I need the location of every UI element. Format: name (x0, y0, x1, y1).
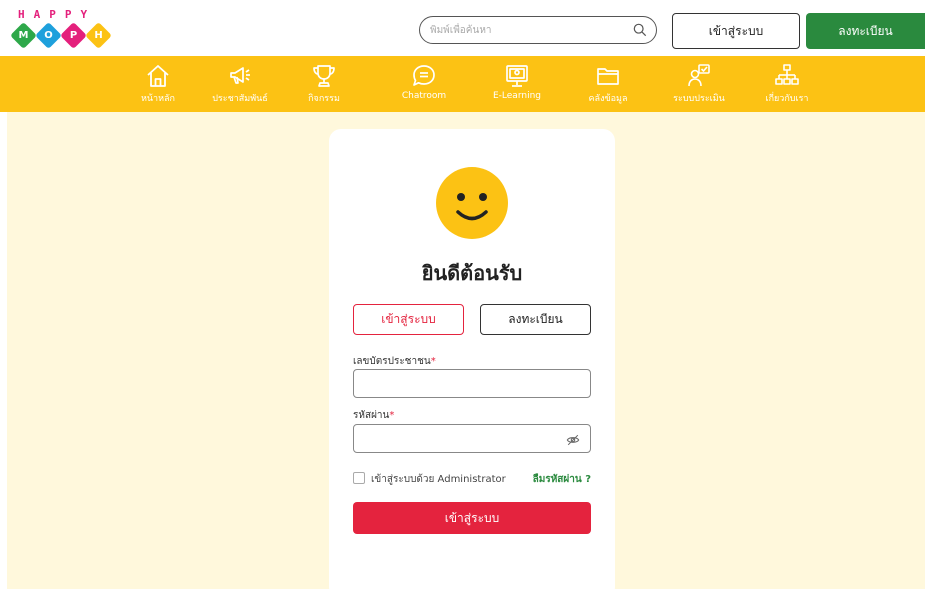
nav-item-chatroom[interactable]: Chatroom (396, 56, 452, 112)
header-register-button[interactable]: ลงทะเบียน (806, 13, 925, 49)
logo-diamond-m: M (10, 22, 37, 49)
required-mark: * (430, 356, 436, 367)
search-icon[interactable] (633, 23, 647, 37)
admin-login-row: เข้าสู่ระบบด้วย Administrator ลืมรหัสผ่า… (353, 471, 591, 487)
id-number-field[interactable] (353, 369, 591, 398)
trophy-icon (313, 65, 335, 87)
password-input[interactable] (362, 430, 562, 448)
main-nav: หน้าหลัก ประชาสัมพันธ์ กิจกรรม Chatroom … (0, 56, 925, 112)
nav-item-activities[interactable]: กิจกรรม (300, 56, 348, 112)
logo-diamonds: M O P H (10, 22, 116, 50)
search-input[interactable] (430, 21, 630, 39)
tab-register[interactable]: ลงทะเบียน (480, 304, 591, 335)
id-number-input[interactable] (362, 375, 562, 393)
nav-item-home[interactable]: หน้าหลัก (136, 56, 180, 112)
login-card: ยินดีต้อนรับ เข้าสู่ระบบ ลงทะเบียน เลขบั… (329, 129, 615, 589)
forgot-password-link[interactable]: ลืมรหัสผ่าน ? (533, 472, 591, 487)
folder-icon (597, 68, 619, 85)
nav-item-evaluation[interactable]: ระบบประเมิน (666, 56, 732, 112)
logo-diamond-o: O (35, 22, 62, 49)
logo-letters: HAPPY (18, 8, 97, 21)
logo-diamond-p: P (60, 22, 87, 49)
password-field[interactable] (353, 424, 591, 453)
home-icon (147, 65, 169, 87)
id-number-label: เลขบัตรประชาชน* (353, 356, 436, 367)
header-login-button[interactable]: เข้าสู่ระบบ (672, 13, 800, 49)
org-chart-icon (775, 64, 799, 85)
top-header: HAPPY M O P H เข้าสู่ระบบ ลงทะเบียน (0, 0, 925, 56)
search-box[interactable] (419, 16, 657, 44)
required-mark: * (389, 410, 395, 421)
smiley-icon (436, 167, 508, 239)
password-label: รหัสผ่าน* (353, 410, 395, 421)
welcome-title: ยินดีต้อนรับ (421, 261, 523, 285)
nav-item-announcements[interactable]: ประชาสัมพันธ์ (200, 56, 280, 112)
evaluation-icon (688, 64, 710, 87)
admin-checkbox-label[interactable]: เข้าสู่ระบบด้วย Administrator (371, 472, 506, 487)
happy-moph-logo[interactable]: HAPPY M O P H (10, 8, 116, 50)
nav-item-elearning[interactable]: E-Learning (484, 56, 550, 112)
megaphone-icon (230, 67, 250, 84)
login-submit-button[interactable]: เข้าสู่ระบบ (353, 502, 591, 534)
eye-slash-icon[interactable] (566, 433, 580, 447)
chat-icon (413, 65, 435, 86)
logo-diamond-h: H (85, 22, 112, 49)
tab-login[interactable]: เข้าสู่ระบบ (353, 304, 464, 335)
nav-item-data-library[interactable]: คลังข้อมูล (582, 56, 634, 112)
nav-item-about[interactable]: เกี่ยวกับเรา (756, 56, 818, 112)
admin-checkbox[interactable] (353, 472, 365, 484)
monitor-icon (506, 65, 528, 87)
